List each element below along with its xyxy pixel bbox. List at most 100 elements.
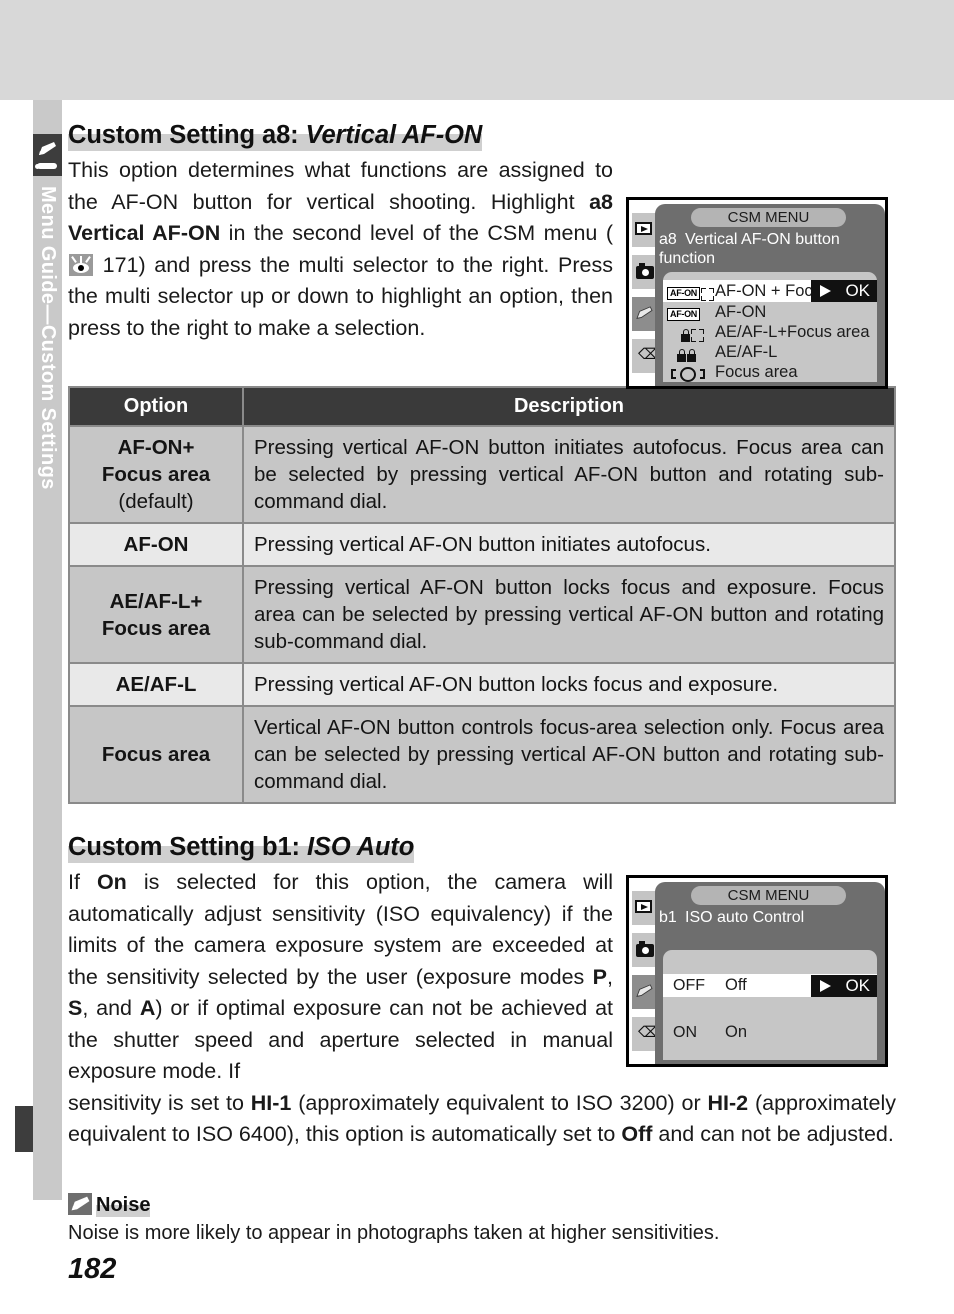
table-header-description: Description (244, 388, 894, 425)
lcd-b1-code: b1 (659, 909, 677, 926)
table-row: AF-ON+ Focus area (default) Pressing ver… (70, 427, 894, 522)
table-option-name: AE/AF-L (115, 673, 197, 696)
b1-bold-on: On (96, 870, 127, 894)
playback-icon (635, 900, 652, 913)
a8-body-part3: ) and press the multi selector to the ri… (68, 252, 613, 340)
lcd-b1-item-1[interactable]: ON On (663, 1021, 877, 1044)
top-gray-band (0, 0, 954, 100)
pencil-icon (636, 306, 653, 319)
lcd-b1-sidebar: ⌫ (632, 881, 660, 1063)
table-row: AF-ON Pressing vertical AF-ON button ini… (70, 524, 894, 565)
lcd-a8-item-0[interactable]: AF-ON AF-ON + Focus area OK (663, 280, 877, 302)
table-option-name: AF-ON+ Focus area (101, 436, 211, 486)
camera-icon (636, 263, 654, 279)
pencil-dot (35, 164, 40, 169)
wrench-icon: ⌫ (638, 346, 660, 363)
b1-bold-hi1: HI-1 (250, 1090, 292, 1115)
table-cell-option: AF-ON+ Focus area (default) (70, 427, 242, 522)
section-a8-heading: Custom Setting a8: Vertical AF-ON (68, 118, 482, 152)
note-header-row: Noise (68, 1192, 896, 1218)
pencil-icon (39, 142, 56, 155)
playback-icon (635, 222, 652, 235)
b1-bold-off: Off (621, 1122, 653, 1146)
options-table: Option Description AF-ON+ Focus area (de… (68, 386, 896, 804)
lcd-a8-body: CSM MENU a8 Vertical AF-ON button functio… (655, 204, 885, 386)
lcd-a8-item-1[interactable]: AF-ON AF-ON (663, 303, 877, 322)
lcd-screen-a8: ⌫ CSM MENU a8 Vertical AF-ON button funct… (626, 197, 888, 389)
eye-reference-icon (69, 253, 93, 276)
section-b1-body-column: If On is selected for this option, the c… (68, 867, 613, 1088)
lcd-a8-option-panel: AF-ON AF-ON + Focus area OK AF-ON AF-ON (663, 272, 877, 382)
table-cell-description: Vertical AF-ON button controls focus-are… (244, 707, 894, 802)
section-a8-heading-italic: Vertical AF-ON (305, 121, 483, 149)
table-cell-option: AE/AF-L (70, 664, 242, 705)
table-cell-option: AE/AF-L+ Focus area (70, 567, 242, 662)
note-title: Noise (96, 1193, 151, 1217)
sidebar-vertical-label: Menu Guide—Custom Settings (37, 186, 59, 490)
pencil-underline (37, 163, 57, 169)
table-row: AE/AF-L Pressing vertical AF-ON button l… (70, 664, 894, 705)
section-a8-heading-plain: Custom Setting a8: (68, 121, 306, 149)
pencil-note-icon (68, 1192, 92, 1215)
lcd-a8-code: a8 (659, 231, 677, 248)
lcd-a8-item-2-label: AE/AF-L+Focus area (715, 323, 870, 341)
lcd-a8-item-3[interactable]: AE/AF-L (663, 343, 877, 362)
a8-body-part1: This option determines what functions ar… (68, 158, 613, 214)
b1-full-part4: and can not be adjusted. (652, 1122, 894, 1146)
right-arrow-icon (820, 980, 831, 992)
b1-bold-hi2: HI-2 (707, 1090, 749, 1115)
section-b1-heading-italic: ISO Auto (306, 833, 415, 861)
lcd-a8-item-1-label: AF-ON (715, 303, 767, 321)
lcd-a8-heading: a8 Vertical AF-ON button function (659, 230, 883, 268)
lcd-b1-item-1-badge: ON (673, 1024, 697, 1041)
b1-bold-p: P (592, 964, 608, 989)
lcd-screen-b1: ⌫ CSM MENU b1 ISO auto Control OFF Off OK (626, 875, 888, 1067)
table-cell-option: AF-ON (70, 524, 242, 565)
lcd-a8-ok-button[interactable]: OK (811, 280, 877, 302)
manual-page: Menu Guide—Custom Settings Custom Settin… (0, 0, 954, 1314)
afon-focusarea-icon: AF-ON (667, 283, 714, 305)
table-option-name: AE/AF-L+ Focus area (101, 589, 211, 640)
table-cell-description: Pressing vertical AF-ON button locks foc… (244, 567, 894, 662)
section-b1-heading-plain: Custom Setting b1: (68, 833, 307, 861)
lcd-b1-item-0[interactable]: OFF Off OK (663, 974, 877, 997)
camera-icon (636, 941, 654, 957)
lcd-b1-title: CSM MENU (691, 886, 846, 905)
b1-col-part2: is selected for this option, the camera … (68, 870, 613, 989)
lcd-b1-ok-label: OK (845, 976, 870, 995)
lcd-a8-item-4[interactable]: Focus area (663, 363, 877, 382)
wrench-icon: ⌫ (638, 1024, 660, 1041)
lcd-a8-sidebar: ⌫ (632, 203, 660, 385)
lcd-a8-title: CSM MENU (691, 208, 846, 227)
lcd-b1-ok-button[interactable]: OK (811, 975, 877, 997)
lcd-a8-ok-label: OK (845, 281, 870, 300)
table-header-option: Option (70, 388, 242, 425)
lcd-b1-heading: b1 ISO auto Control (659, 908, 883, 927)
table-option-name: AF-ON (123, 533, 189, 556)
lcd-b1-option-panel: OFF Off OK ON On (663, 950, 877, 1060)
table-cell-description: Pressing vertical AF-ON button locks foc… (244, 664, 894, 705)
b1-bold-a: A (139, 996, 156, 1020)
lcd-b1-heading-text: ISO auto Control (685, 909, 805, 926)
lcd-a8-item-2[interactable]: AE/AF-L+Focus area (663, 323, 877, 342)
table-row: Focus area Vertical AF-ON button control… (70, 707, 894, 802)
lcd-b1-item-0-label: Off (725, 976, 747, 994)
b1-full-part2: (approximately equivalent to ISO 3200) o… (291, 1090, 708, 1115)
table-cell-option: Focus area (70, 707, 242, 802)
pencil-icon (636, 984, 653, 997)
section-a8-body: This option determines what functions ar… (68, 155, 613, 344)
section-b1-heading: Custom Setting b1: ISO Auto (68, 830, 414, 864)
table-row: AE/AF-L+ Focus area Pressing vertical AF… (70, 567, 894, 662)
right-arrow-icon (820, 285, 831, 297)
b1-full-part1: sensitivity is set to (68, 1090, 251, 1115)
table-header-row: Option Description (70, 388, 894, 425)
lcd-b1-body: CSM MENU b1 ISO auto Control OFF Off OK O… (655, 882, 885, 1064)
section-b1-body-full: sensitivity is set to HI-1 (approximatel… (68, 1088, 896, 1151)
lcd-b1-item-1-label: On (725, 1023, 748, 1041)
focusarea-icon (671, 365, 705, 384)
lcd-b1-item-0-badge: OFF (673, 977, 705, 994)
table-option-name: Focus area (101, 743, 211, 766)
a8-body-part2: in the second level of the CSM menu ( (220, 221, 614, 245)
lcd-a8-heading-text: Vertical AF-ON button function (659, 231, 840, 267)
b1-bold-s: S (68, 996, 83, 1020)
